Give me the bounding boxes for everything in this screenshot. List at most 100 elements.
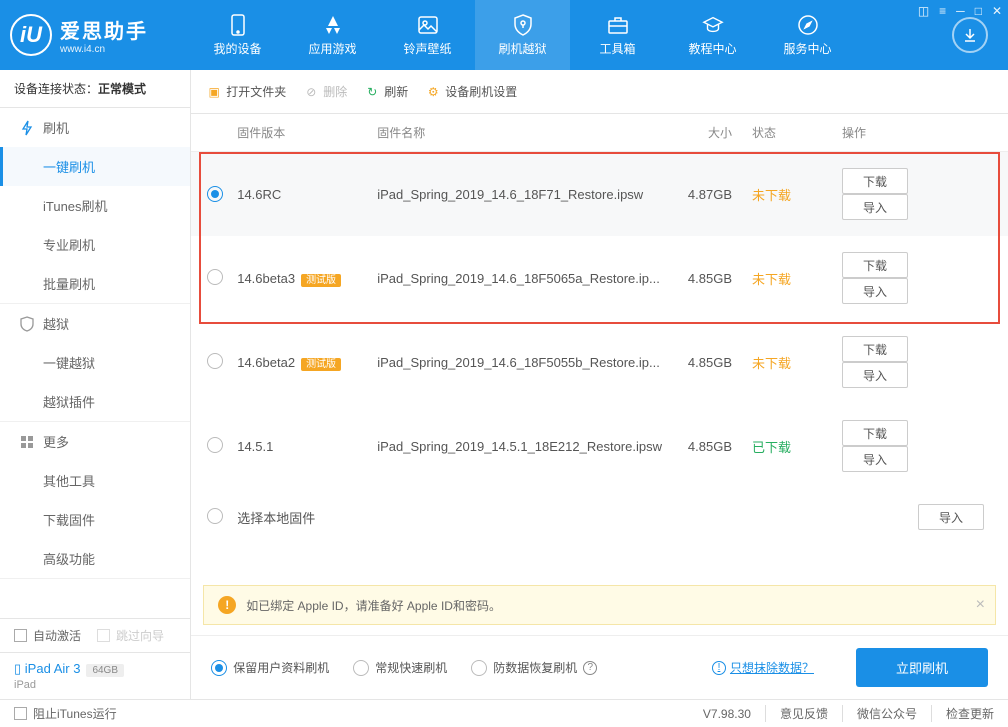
table-row[interactable]: 14.5.1 iPad_Spring_2019_14.5.1_18E212_Re… [191,404,1008,488]
check-update-link[interactable]: 检查更新 [931,705,994,722]
table-row[interactable]: 14.6beta3测试版 iPad_Spring_2019_14.6_18F50… [191,236,1008,320]
window-controls: ◫ ≡ ─ □ ✕ [918,4,1002,18]
option-radio[interactable] [353,660,369,676]
more-icon [19,434,35,450]
feedback-link[interactable]: 意见反馈 [765,705,828,722]
nav-my-device[interactable]: 我的设备 [190,0,285,70]
sidebar-item-itunes-flash[interactable]: iTunes刷机 [0,186,190,225]
nav-toolbox[interactable]: 工具箱 [570,0,665,70]
delete-icon: ⊘ [304,85,318,99]
phone-icon [227,14,249,36]
app-url: www.i4.cn [60,44,148,55]
skip-guide-label: 跳过向导 [116,627,164,644]
device-info[interactable]: ▯ iPad Air 364GB iPad [0,652,190,699]
import-button[interactable]: 导入 [842,362,908,388]
sidebar-item-pro-flash[interactable]: 专业刷机 [0,225,190,264]
option-radio[interactable] [211,660,227,676]
app-name: 爱思助手 [60,15,148,44]
help-icon[interactable]: ? [583,661,597,675]
shield-icon [512,14,534,36]
sidebar-group-jailbreak[interactable]: 越狱 [0,304,190,343]
maximize-icon[interactable]: □ [975,4,982,18]
logo-icon: iU [10,14,52,56]
wechat-link[interactable]: 微信公众号 [842,705,917,722]
sidebar-item-advanced[interactable]: 高级功能 [0,539,190,578]
content: ▣打开文件夹 ⊘删除 ↻刷新 ⚙设备刷机设置 固件版本 固件名称 大小 状态 操… [191,70,1008,699]
import-button[interactable]: 导入 [842,446,908,472]
sidebar-item-jailbreak-plugins[interactable]: 越狱插件 [0,382,190,421]
row-radio[interactable] [207,437,223,453]
sidebar-item-download-firmware[interactable]: 下载固件 [0,500,190,539]
folder-icon: ▣ [207,85,221,99]
graduation-icon [702,14,724,36]
download-button[interactable]: 下载 [842,420,908,446]
skip-guide-checkbox[interactable] [97,629,110,642]
row-radio[interactable] [207,269,223,285]
image-icon [417,14,439,36]
nav-tabs: 我的设备 应用游戏 铃声壁纸 刷机越狱 工具箱 教程中心 服务中心 [190,0,932,70]
device-phone-icon: ▯ [14,661,21,676]
opt-quick-flash[interactable]: 常规快速刷机 [353,659,447,676]
sidebar-group-flash[interactable]: 刷机 [0,108,190,147]
nav-ringtones[interactable]: 铃声壁纸 [380,0,475,70]
import-button[interactable]: 导入 [842,194,908,220]
sidebar-item-other-tools[interactable]: 其他工具 [0,461,190,500]
minimize-icon[interactable]: ─ [956,4,965,18]
titlebar: iU 爱思助手 www.i4.cn 我的设备 应用游戏 铃声壁纸 刷机越狱 工具… [0,0,1008,70]
warning-icon: ! [218,596,236,614]
erase-data-link[interactable]: !只想抹除数据？ [712,659,814,676]
logo-area: iU 爱思助手 www.i4.cn [10,14,190,56]
auto-activate-label: 自动激活 [33,627,81,644]
download-button[interactable]: 下载 [842,336,908,362]
nav-service[interactable]: 服务中心 [760,0,855,70]
import-button[interactable]: 导入 [842,278,908,304]
warning-banner: ! 如已绑定 Apple ID，请准备好 Apple ID和密码。 × [203,585,996,625]
sidebar-item-oneclick-flash[interactable]: 一键刷机 [0,147,190,186]
skin-icon[interactable]: ◫ [918,4,929,18]
close-warning-icon[interactable]: × [976,596,985,614]
nav-flash-jailbreak[interactable]: 刷机越狱 [475,0,570,70]
table-row-local[interactable]: 选择本地固件 导入 [191,488,1008,546]
block-itunes-checkbox[interactable] [14,707,27,720]
row-radio[interactable] [207,186,223,202]
download-button[interactable]: 下载 [842,252,908,278]
table-header: 固件版本 固件名称 大小 状态 操作 [191,114,1008,152]
open-folder-button[interactable]: ▣打开文件夹 [207,83,286,100]
flash-icon [19,120,35,136]
opt-anti-recovery[interactable]: 防数据恢复刷机? [471,659,597,676]
beta-badge: 测试版 [301,358,341,371]
refresh-button[interactable]: ↻刷新 [365,83,408,100]
flash-settings-button[interactable]: ⚙设备刷机设置 [426,83,517,100]
download-progress-icon[interactable] [952,17,988,53]
firmware-table: 14.6RC iPad_Spring_2019_14.6_18F71_Resto… [191,152,1008,546]
connection-status: 设备连接状态：正常模式 [0,70,190,108]
table-row[interactable]: 14.6beta2测试版 iPad_Spring_2019_14.6_18F50… [191,320,1008,404]
sidebar-item-oneclick-jailbreak[interactable]: 一键越狱 [0,343,190,382]
delete-button[interactable]: ⊘删除 [304,83,347,100]
toolbar: ▣打开文件夹 ⊘删除 ↻刷新 ⚙设备刷机设置 [191,70,1008,114]
nav-apps[interactable]: 应用游戏 [285,0,380,70]
table-row[interactable]: 14.6RC iPad_Spring_2019_14.6_18F71_Resto… [191,152,1008,236]
opt-keep-data[interactable]: 保留用户资料刷机 [211,659,329,676]
version-label: V7.98.30 [689,707,751,721]
row-radio[interactable] [207,353,223,369]
flash-now-button[interactable]: 立即刷机 [856,648,988,687]
info-icon: ! [712,661,726,675]
gear-icon: ⚙ [426,85,440,99]
import-button[interactable]: 导入 [918,504,984,530]
menu-icon[interactable]: ≡ [939,4,946,18]
auto-activate-checkbox[interactable] [14,629,27,642]
footer: 阻止iTunes运行 V7.98.30 意见反馈 微信公众号 检查更新 [0,699,1008,727]
close-icon[interactable]: ✕ [992,4,1002,18]
sidebar: 设备连接状态：正常模式 刷机 一键刷机 iTunes刷机 专业刷机 批量刷机 越… [0,70,191,699]
nav-tutorials[interactable]: 教程中心 [665,0,760,70]
download-button[interactable]: 下载 [842,168,908,194]
sidebar-group-more[interactable]: 更多 [0,422,190,461]
block-itunes-label: 阻止iTunes运行 [33,705,117,722]
row-radio[interactable] [207,508,223,524]
jailbreak-icon [19,316,35,332]
compass-icon [797,14,819,36]
beta-badge: 测试版 [301,274,341,287]
option-radio[interactable] [471,660,487,676]
sidebar-item-batch-flash[interactable]: 批量刷机 [0,264,190,303]
